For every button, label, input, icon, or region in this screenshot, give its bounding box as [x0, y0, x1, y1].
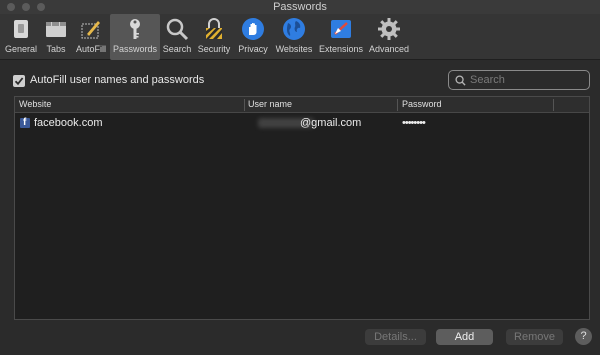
password-cell: ••••••••	[402, 117, 426, 129]
table-header: Website User name Password	[15, 97, 589, 113]
column-header-website[interactable]: Website	[19, 99, 51, 109]
tab-general[interactable]: General	[2, 14, 40, 60]
key-icon	[130, 19, 140, 39]
username-cell: @gmail.com	[300, 117, 362, 129]
autofill-icon	[81, 21, 100, 39]
tab-autofill[interactable]: AutoFill	[72, 14, 110, 60]
facebook-icon: f	[20, 117, 30, 128]
gear-icon	[378, 18, 400, 40]
tab-security[interactable]: Security	[196, 14, 232, 60]
tabs-icon	[46, 22, 66, 37]
search-input[interactable]	[470, 73, 582, 87]
remove-button[interactable]: Remove	[506, 329, 563, 345]
tab-tabs[interactable]: Tabs	[42, 14, 70, 60]
tab-search[interactable]: Search	[162, 14, 192, 60]
tab-websites[interactable]: Websites	[274, 14, 314, 60]
window-title: Passwords	[273, 1, 327, 13]
autofill-label: AutoFill user names and passwords	[30, 74, 205, 86]
lock-icon	[206, 18, 222, 39]
passwords-table: Website User name Password f facebook.co…	[14, 96, 590, 320]
tab-extensions[interactable]: Extensions	[318, 14, 364, 60]
autofill-checkbox[interactable]	[13, 75, 25, 87]
add-button[interactable]: Add	[436, 329, 493, 345]
preferences-toolbar: General Tabs AutoFill Passwords Search S…	[0, 14, 600, 60]
preferences-window: Passwords General Tabs AutoFill Password…	[0, 0, 600, 355]
column-divider[interactable]	[553, 99, 554, 111]
column-divider[interactable]	[244, 99, 245, 111]
tab-advanced[interactable]: Advanced	[367, 14, 411, 60]
magnifier-icon	[166, 18, 189, 41]
checkmark-icon	[14, 77, 24, 86]
globe-icon	[283, 18, 305, 40]
website-cell: facebook.com	[34, 117, 103, 129]
tab-privacy[interactable]: Privacy	[236, 14, 270, 60]
tab-passwords[interactable]: Passwords	[110, 14, 160, 60]
general-icon	[14, 20, 28, 38]
puzzle-icon	[331, 20, 351, 38]
column-divider[interactable]	[397, 99, 398, 111]
title-bar: Passwords	[0, 0, 600, 14]
help-button[interactable]: ?	[575, 328, 592, 345]
column-header-username[interactable]: User name	[248, 99, 292, 109]
search-field[interactable]	[448, 70, 590, 90]
search-icon	[455, 75, 466, 86]
table-row[interactable]: f facebook.com @gmail.com ••••••••	[15, 114, 589, 132]
details-button[interactable]: Details...	[365, 329, 426, 345]
hand-icon	[242, 18, 264, 40]
column-header-password[interactable]: Password	[402, 99, 442, 109]
